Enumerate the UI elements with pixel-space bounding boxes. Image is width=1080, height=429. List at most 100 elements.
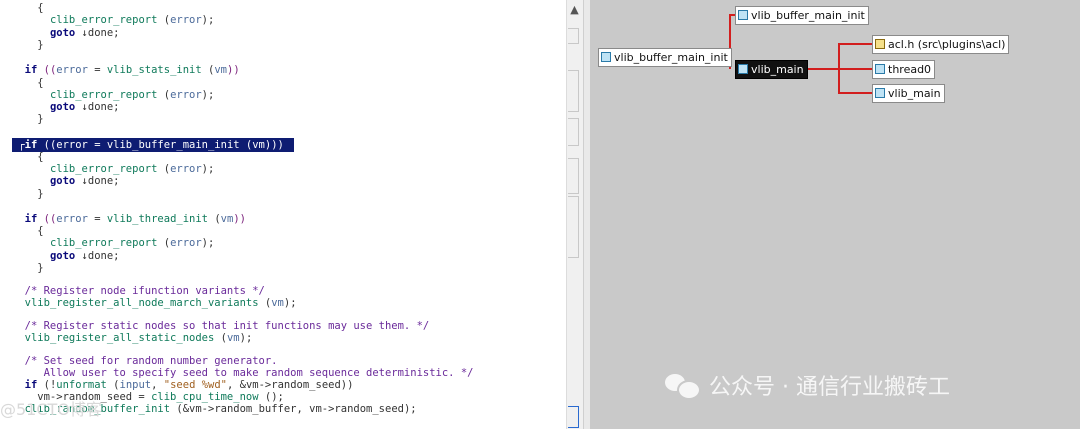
- code-token: goto: [49, 27, 76, 39]
- code-line[interactable]: goto ↓done;: [12, 175, 120, 188]
- code-token: );: [201, 237, 215, 249]
- code-token: {: [12, 151, 44, 163]
- code-token: vm: [271, 297, 284, 309]
- code-token: clib_error_report: [49, 237, 158, 249]
- code-token: clib_error_report: [49, 163, 158, 175]
- code-token: (: [157, 14, 171, 26]
- scroll-marker: [568, 196, 579, 258]
- code-token: , &vm->random_seed)): [227, 379, 354, 391]
- code-token: {: [12, 77, 44, 89]
- code-token: {: [12, 225, 44, 237]
- code-line[interactable]: clib_error_report (error);: [12, 14, 214, 27]
- code-token: /* Register static nodes so that init fu…: [12, 320, 430, 332]
- code-token: error: [170, 89, 202, 101]
- code-token: }: [12, 188, 44, 200]
- code-token: (: [214, 332, 227, 344]
- code-token: )): [233, 213, 246, 225]
- code-token: );: [201, 89, 215, 101]
- code-line[interactable]: vlib_register_all_static_nodes (vm);: [12, 332, 253, 345]
- code-token: (: [208, 213, 221, 225]
- code-token: if: [24, 213, 38, 225]
- function-icon: [738, 10, 748, 20]
- call-graph-pane[interactable]: vlib_buffer_main_init vlib_buffer_main_i…: [590, 0, 1080, 429]
- graph-node-vlib-main-selected[interactable]: vlib_main: [735, 60, 808, 79]
- graph-node-acl-h[interactable]: acl.h (src\plugins\acl): [872, 35, 1010, 54]
- code-token: /* Register node ifunction variants */: [12, 285, 265, 297]
- code-token: vlib_thread_init: [106, 213, 209, 225]
- code-token: "seed %wd": [163, 379, 227, 391]
- code-token: ((: [37, 64, 57, 76]
- code-token: }: [12, 262, 44, 274]
- scroll-marker: [568, 118, 579, 146]
- code-token: vlib_stats_init: [106, 64, 202, 76]
- code-token: if: [24, 379, 38, 391]
- code-line[interactable]: }: [12, 39, 43, 52]
- scroll-marker: [568, 70, 579, 112]
- code-token: (&vm->random_buffer, vm->random_seed);: [170, 403, 417, 415]
- function-icon: [601, 52, 611, 62]
- code-line-selected[interactable]: ┌if ((error = vlib_buffer_main_init (vm)…: [12, 139, 284, 152]
- code-token: ↓done;: [75, 101, 120, 113]
- code-line[interactable]: if ((error = vlib_thread_init (vm)): [12, 213, 246, 226]
- graph-node-vlib-buffer-main-init-top[interactable]: vlib_buffer_main_init: [735, 6, 869, 25]
- code-line[interactable]: if ((error = vlib_stats_init (vm)): [12, 64, 240, 77]
- code-token: (: [157, 89, 171, 101]
- code-token: ┌if: [12, 139, 38, 151]
- code-token: error: [56, 64, 88, 76]
- code-token: error: [170, 237, 202, 249]
- code-token: );: [201, 163, 215, 175]
- code-editor[interactable]: { clib_error_report (error); goto ↓done;…: [0, 0, 566, 429]
- code-token: if: [24, 64, 38, 76]
- code-token: {: [12, 2, 44, 14]
- graph-edge: [838, 68, 873, 70]
- code-line[interactable]: clib_error_report (error);: [12, 237, 214, 250]
- code-line[interactable]: }: [12, 262, 44, 275]
- file-icon: [875, 39, 885, 49]
- code-token: ();: [258, 391, 284, 403]
- code-line[interactable]: }: [12, 113, 43, 126]
- code-token: error: [170, 163, 202, 175]
- graph-edge: [838, 43, 873, 45]
- code-token: (: [201, 64, 215, 76]
- code-token: error: [56, 213, 88, 225]
- code-token: ↓done;: [75, 27, 120, 39]
- code-token: vm: [226, 332, 240, 344]
- code-token: (: [258, 297, 272, 309]
- graph-node-vlib-main[interactable]: vlib_main: [872, 84, 945, 103]
- code-token: );: [283, 297, 297, 309]
- code-token: unformat: [56, 379, 107, 391]
- code-token: goto: [49, 101, 76, 113]
- code-token: goto: [49, 175, 76, 187]
- scroll-up-arrow-icon[interactable]: ▲: [566, 2, 583, 18]
- code-token: clib_cpu_time_now: [151, 391, 259, 403]
- code-token: );: [201, 14, 215, 26]
- code-token: vlib_register_all_static_nodes: [24, 332, 215, 344]
- code-token: Allow user to specify seed to make rando…: [12, 367, 474, 379]
- code-line[interactable]: vlib_register_all_node_march_variants (v…: [12, 297, 297, 310]
- watermark-left: @51CTO博客: [0, 400, 102, 419]
- wechat-logo-icon: [665, 371, 701, 400]
- code-token: );: [239, 332, 253, 344]
- graph-node-vlib-buffer-main-init-left[interactable]: vlib_buffer_main_init: [598, 48, 732, 67]
- function-icon: [875, 64, 885, 74]
- code-line[interactable]: }: [12, 188, 44, 201]
- code-token: ↓done;: [75, 250, 120, 262]
- code-token: /* Set seed for random number generator.: [12, 355, 278, 367]
- graph-edge: [838, 92, 873, 94]
- code-token: =: [87, 213, 107, 225]
- scroll-marker: [568, 28, 579, 44]
- graph-node-thread0[interactable]: thread0: [872, 60, 936, 79]
- code-token: (!: [37, 379, 57, 391]
- code-token: (: [157, 237, 171, 249]
- function-icon: [875, 88, 885, 98]
